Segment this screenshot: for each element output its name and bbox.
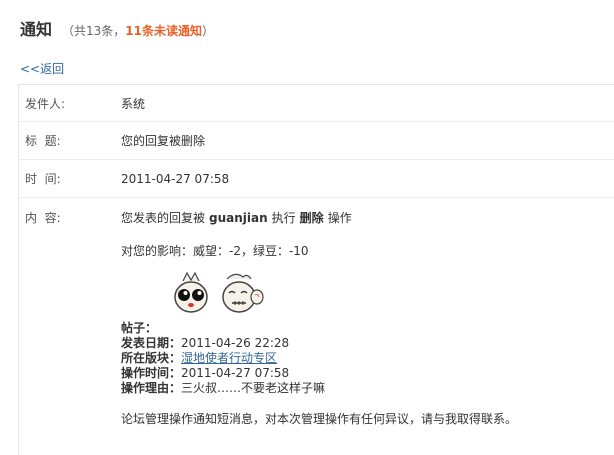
sly-face-emoji-icon (222, 273, 264, 313)
content-line1: 您发表的回复被 guanjian 执行 删除 操作 (121, 209, 614, 226)
impact-line: 对您的影响：威望：-2，绿豆：-10 (121, 244, 309, 258)
post-row: 帖子： (121, 321, 614, 336)
reason-label: 操作理由： (121, 381, 182, 395)
op-time-label: 操作时间： (121, 366, 182, 380)
time-value: 2011-04-27 07:58 (121, 171, 230, 186)
sender-value: 系统 (121, 96, 146, 111)
cute-face-emoji-icon (174, 271, 208, 313)
notice-detail: 发件人: 系统 标 题: 您的回复被删除 时 间: 2011-04-27 07:… (18, 84, 614, 455)
content-label: 内 容: (25, 211, 61, 225)
row-sender: 发件人: 系统 (19, 85, 614, 122)
board-row: 所在版块： 湿地使者行动专区 (121, 351, 614, 366)
emoji-row (171, 271, 614, 319)
subject-label: 标 题: (25, 134, 61, 148)
post-info: 帖子： 发表日期： 2011-04-26 22:28 所在版块： 湿地使者行动专区 … (121, 321, 614, 396)
board-link[interactable]: 湿地使者行动专区 (181, 351, 277, 366)
row-time: 时 间: 2011-04-27 07:58 (19, 160, 614, 198)
sender-label: 发件人: (25, 96, 66, 111)
post-label: 帖子： (121, 321, 158, 335)
page-title: 通知 (20, 20, 53, 39)
board-label: 所在版块： (121, 351, 182, 365)
content-body: 您发表的回复被 guanjian 执行 删除 操作 对您的影响：威望：-2，绿豆：-10 (121, 209, 614, 427)
publish-date-value: 2011-04-26 22:28 (181, 336, 290, 350)
row-content: 内 容: 您发表的回复被 guanjian 执行 删除 操作 对您的影响：威望：-2，绿… (19, 198, 614, 427)
line1-post: 操作 (327, 211, 352, 225)
operator-name: guanjian (209, 211, 268, 225)
subject-value: 您的回复被删除 (121, 134, 206, 148)
reason-row: 操作理由： 三火叔……不要老这样子嘛 (121, 381, 614, 396)
notice-count: （共13条，11条未读通知） (62, 22, 214, 39)
count-suffix: ） (202, 24, 215, 38)
row-subject: 标 题: 您的回复被删除 (19, 122, 614, 160)
publish-date-row: 发表日期： 2011-04-26 22:28 (121, 336, 614, 351)
back-link[interactable]: <<返回 (20, 60, 64, 77)
action-name: 删除 (299, 211, 324, 225)
publish-date-label: 发表日期： (121, 336, 182, 350)
page-header: 通知 （共13条，11条未读通知） (20, 16, 214, 42)
op-time-row: 操作时间： 2011-04-27 07:58 (121, 366, 614, 381)
reason-value: 三火叔……不要老这样子嘛 (181, 381, 326, 395)
time-label: 时 间: (25, 172, 61, 186)
line1-mid: 执行 (271, 211, 296, 225)
footer-note: 论坛管理操作通知短消息，对本次管理操作有任何异议，请与我取得联系。 (121, 412, 518, 426)
unread-count[interactable]: 11条未读通知 (125, 24, 202, 38)
line1-pre: 您发表的回复被 (121, 211, 206, 225)
count-prefix: （共13条， (62, 24, 126, 38)
op-time-value: 2011-04-27 07:58 (181, 366, 290, 380)
